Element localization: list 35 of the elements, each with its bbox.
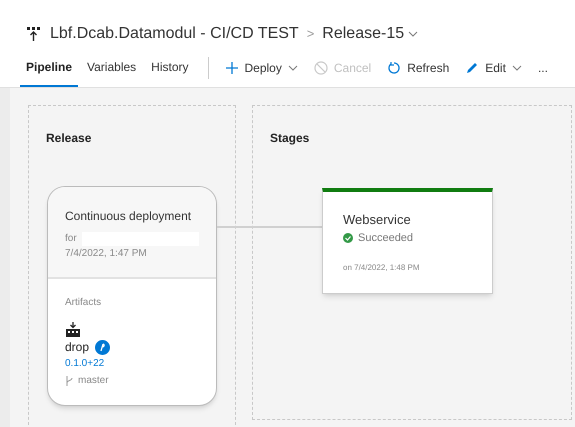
refresh-icon (387, 61, 402, 75)
pipeline-icon (26, 26, 42, 42)
stage-name: Webservice (343, 211, 412, 229)
panel-title: Stages (270, 130, 310, 147)
deploy-button[interactable]: Deploy (218, 49, 304, 87)
caret-icon (288, 65, 298, 71)
release-card[interactable]: Continuous deployment for 7/4/2022, 1:47 PM Artifacts drop 0.1.0+22 master (47, 186, 217, 406)
pipeline-title[interactable]: Lbf.Dcab.Datamodul - CI/CD TEST (50, 22, 299, 46)
edit-button[interactable]: Edit (459, 49, 528, 87)
more-button[interactable]: ... (532, 49, 554, 87)
stage-time: on 7/4/2022, 1:48 PM (343, 262, 420, 274)
caret-icon (512, 65, 522, 71)
stage-status: Succeeded (358, 230, 414, 246)
stage-card[interactable]: Webservice Succeeded on 7/4/2022, 1:48 PM (322, 188, 493, 294)
check-circle-icon (343, 232, 353, 243)
caret-icon (408, 31, 418, 37)
build-icon (65, 322, 81, 338)
pencil-icon (465, 61, 480, 75)
refresh-button[interactable]: Refresh (381, 49, 456, 87)
artifacts-title: Artifacts (65, 296, 102, 310)
for-label: for (65, 232, 77, 246)
tab[interactable]: History (145, 49, 194, 87)
branch-icon (65, 376, 74, 386)
build-badge-icon (95, 340, 110, 354)
panel-title: Release (46, 130, 92, 147)
release-dropdown[interactable]: Release-15 (322, 22, 418, 46)
trigger-time: 7/4/2022, 1:47 PM (65, 247, 148, 261)
cancel-icon (314, 61, 328, 75)
artifact-branch: master (78, 374, 109, 388)
artifact-name[interactable]: drop (65, 338, 90, 356)
artifact-version[interactable]: 0.1.0+22 (65, 356, 199, 371)
breadcrumb-separator: > (306, 25, 314, 44)
trigger-title: Continuous deployment (65, 208, 192, 225)
plus-icon (224, 61, 238, 75)
tab[interactable]: Variables (81, 49, 142, 87)
